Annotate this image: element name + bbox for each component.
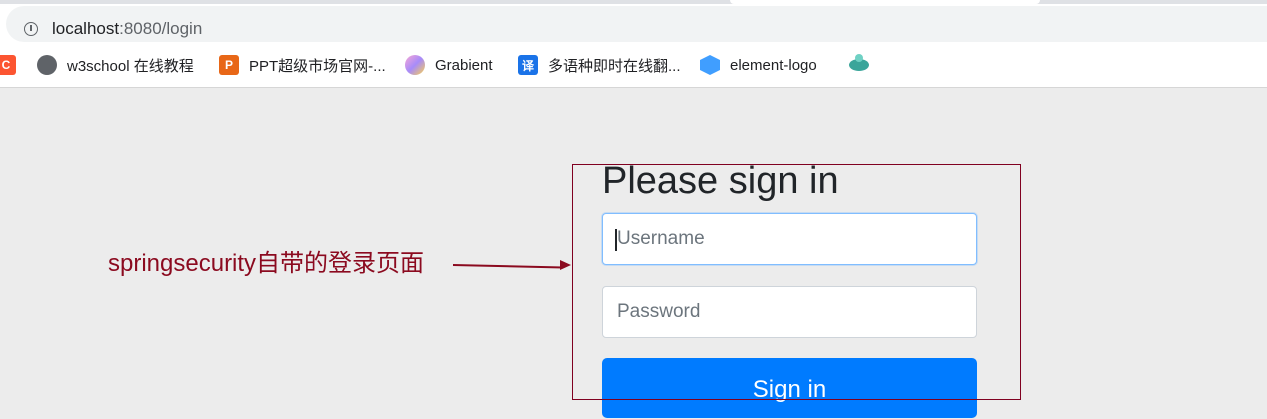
bookmark-label: 多语种即时在线翻... xyxy=(548,57,681,75)
bookmark-label: PPT超级市场官网-... xyxy=(249,57,386,75)
page-content: Please sign in Sign in springsecurity自带的… xyxy=(0,88,1267,419)
saucer-icon xyxy=(849,54,869,71)
ppt-icon: P xyxy=(219,55,239,75)
active-tab[interactable] xyxy=(730,0,1040,4)
globe-icon xyxy=(37,55,57,75)
annotation-text: springsecurity自带的登录页面 xyxy=(108,250,425,277)
bookmark-translate[interactable]: 译 多语种即时在线翻... xyxy=(518,52,681,78)
bookmark-grabient[interactable]: Grabient xyxy=(405,52,493,78)
element-icon xyxy=(700,55,720,75)
grabient-icon xyxy=(405,55,425,75)
url-host: localhost xyxy=(52,19,120,38)
bookmark-element[interactable]: element-logo xyxy=(700,52,817,78)
url-path: :8080/login xyxy=(119,19,203,38)
translate-icon: 译 xyxy=(518,55,538,75)
info-icon[interactable] xyxy=(24,22,38,36)
bookmark-label: w3school 在线教程 xyxy=(67,57,194,75)
browser-chrome: localhost:8080/login C w3school 在线教程 P P… xyxy=(0,0,1267,88)
address-bar[interactable]: localhost:8080/login xyxy=(6,6,1267,42)
annotation-arrow xyxy=(452,264,563,269)
csdn-icon: C xyxy=(0,55,16,75)
signin-button[interactable]: Sign in xyxy=(602,358,977,418)
arrow-head-icon xyxy=(560,260,571,270)
bookmark-label: Grabient xyxy=(435,56,493,74)
text-caret xyxy=(615,229,617,251)
bookmark-ppt[interactable]: P PPT超级市场官网-... xyxy=(219,52,386,78)
page-title: Please sign in xyxy=(602,160,839,202)
tab-strip xyxy=(0,0,1267,4)
bookmark-w3school[interactable]: w3school 在线教程 xyxy=(37,52,194,78)
username-input[interactable] xyxy=(602,213,977,265)
url-text[interactable]: localhost:8080/login xyxy=(52,19,202,39)
bookmark-csdn[interactable]: C xyxy=(0,52,26,78)
bookmarks-bar: C w3school 在线教程 P PPT超级市场官网-... Grabient… xyxy=(0,52,1267,78)
bookmark-label: element-logo xyxy=(730,56,817,74)
bookmark-saucer[interactable] xyxy=(849,52,869,78)
password-input[interactable] xyxy=(602,286,977,338)
